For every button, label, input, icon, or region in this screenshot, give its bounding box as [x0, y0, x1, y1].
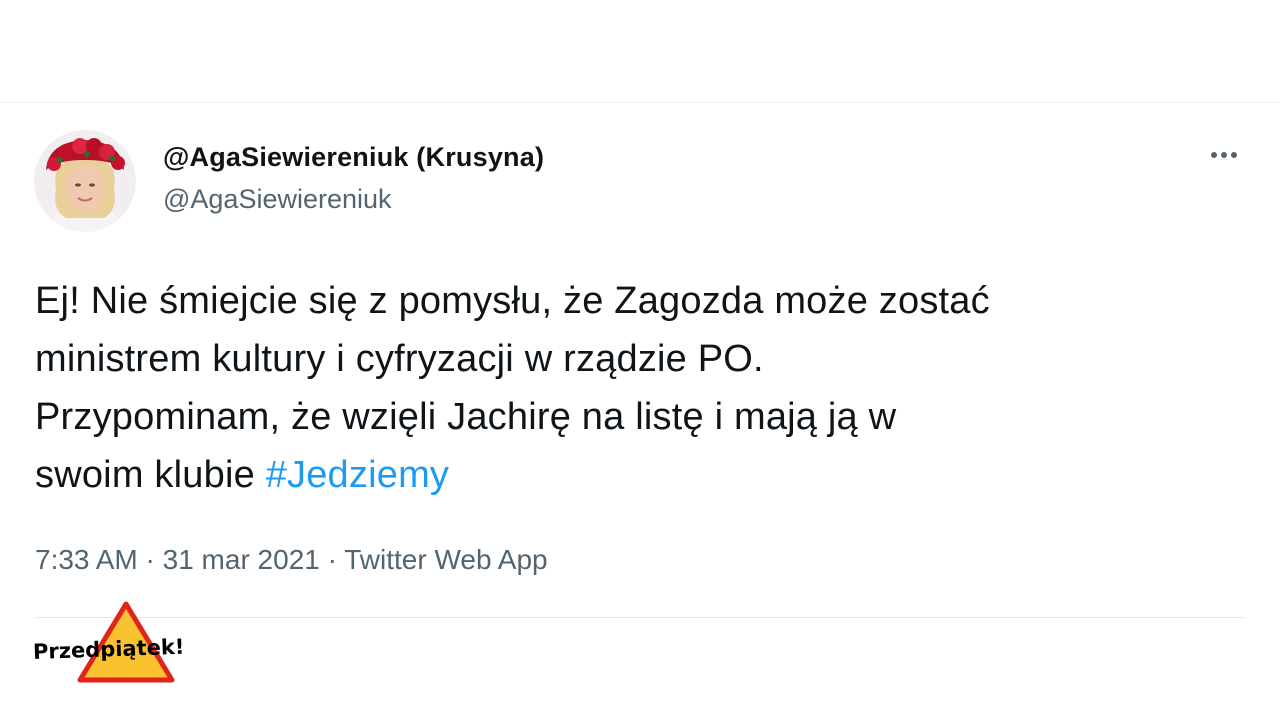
tweet-source-link[interactable]: Twitter Web App [344, 544, 547, 575]
more-horizontal-icon [1211, 152, 1237, 158]
more-options-button[interactable] [1198, 137, 1250, 173]
bottom-divider [35, 617, 1245, 618]
author-handle[interactable]: @AgaSiewiereniuk [163, 184, 392, 215]
tweet-text-line: ministrem kultury i cyfryzacji w rządzie… [35, 338, 764, 380]
tweet-metadata: 7:33 AM · 31 mar 2021 · Twitter Web App [35, 544, 548, 576]
tweet-time-link[interactable]: 7:33 AM [35, 544, 138, 575]
tweet-text-line: swoim klubie #Jedziemy [35, 446, 1250, 504]
top-divider [0, 102, 1280, 103]
tweet-text-segment: swoim klubie [35, 454, 266, 496]
tweet-date-link[interactable]: 31 mar 2021 [163, 544, 320, 575]
author-display-name[interactable]: @AgaSiewiereniuk (Krusyna) [163, 142, 544, 173]
tweet-text: Ej! Nie śmiejcie się z pomysłu, że Zagoz… [35, 272, 1250, 504]
hashtag-link[interactable]: #Jedziemy [266, 454, 449, 496]
meta-separator: · [137, 544, 163, 575]
tweet-text-line: Przypominam, że wzięli Jachirę na listę … [35, 396, 897, 438]
meta-separator: · [319, 544, 345, 575]
tweet-text-line: Ej! Nie śmiejcie się z pomysłu, że Zagoz… [35, 280, 990, 322]
avatar[interactable] [34, 130, 136, 232]
avatar-image [34, 130, 136, 232]
